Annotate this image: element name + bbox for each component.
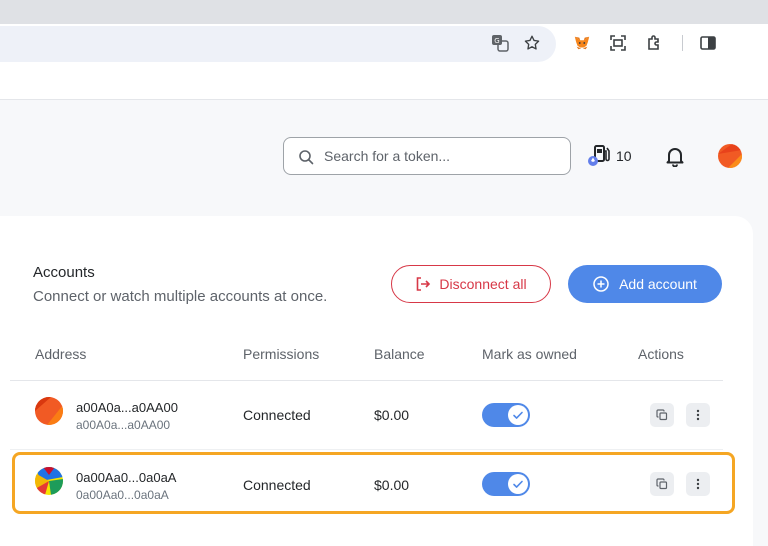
table-header-divider xyxy=(10,380,723,381)
side-panel-icon[interactable] xyxy=(698,33,718,53)
search-icon xyxy=(299,150,314,165)
header-balance: Balance xyxy=(374,346,425,362)
account-address: a00A0a...a0AA00 xyxy=(76,418,171,432)
bell-icon[interactable] xyxy=(664,145,686,168)
account-name: a00A0a...a0AA00 xyxy=(76,400,178,415)
add-circle-icon xyxy=(593,276,609,292)
disconnect-all-button[interactable]: Disconnect all xyxy=(391,265,551,303)
svg-text:G: G xyxy=(494,37,499,45)
table-row: a00A0a...a0AA00 a00A0a...a0AA00 Connecte… xyxy=(0,382,753,442)
copy-address-button[interactable] xyxy=(650,403,674,427)
row-highlight-outline xyxy=(12,452,735,514)
permission-status: Connected xyxy=(243,407,311,423)
account-avatar[interactable] xyxy=(718,144,742,168)
header-actions: Actions xyxy=(638,346,684,362)
check-icon xyxy=(513,411,523,419)
star-icon[interactable] xyxy=(522,33,542,53)
browser-toolbar: G xyxy=(0,24,768,100)
toolbar-divider xyxy=(682,35,683,51)
screenshot-icon[interactable] xyxy=(608,33,628,53)
search-input[interactable] xyxy=(324,146,559,166)
address-bar[interactable] xyxy=(0,26,556,62)
toggle-knob xyxy=(508,405,528,425)
copy-icon xyxy=(656,409,668,421)
mark-as-owned-toggle[interactable] xyxy=(482,403,530,427)
row-divider xyxy=(10,449,723,450)
accounts-subtitle: Connect or watch multiple accounts at on… xyxy=(33,288,328,305)
header-mark-as-owned: Mark as owned xyxy=(482,346,577,362)
translate-icon[interactable]: G xyxy=(490,33,510,53)
add-account-label: Add account xyxy=(619,276,697,292)
gas-pump-icon xyxy=(588,143,610,169)
browser-tab-strip xyxy=(0,0,768,24)
more-vertical-icon xyxy=(696,409,700,421)
add-account-button[interactable]: Add account xyxy=(568,265,722,303)
header-address: Address xyxy=(35,346,87,362)
header-permissions: Permissions xyxy=(243,346,320,362)
more-options-button[interactable] xyxy=(686,403,710,427)
disconnect-all-label: Disconnect all xyxy=(439,276,527,292)
gas-count: 10 xyxy=(616,148,632,164)
accounts-title: Accounts xyxy=(33,264,95,281)
logout-icon xyxy=(417,277,431,291)
extensions-icon[interactable] xyxy=(645,33,665,53)
metamask-fox-icon[interactable] xyxy=(572,33,592,53)
account-balance: $0.00 xyxy=(374,407,410,423)
account-avatar xyxy=(35,397,63,425)
gas-indicator[interactable]: 10 xyxy=(588,143,632,169)
token-search[interactable] xyxy=(283,137,571,175)
